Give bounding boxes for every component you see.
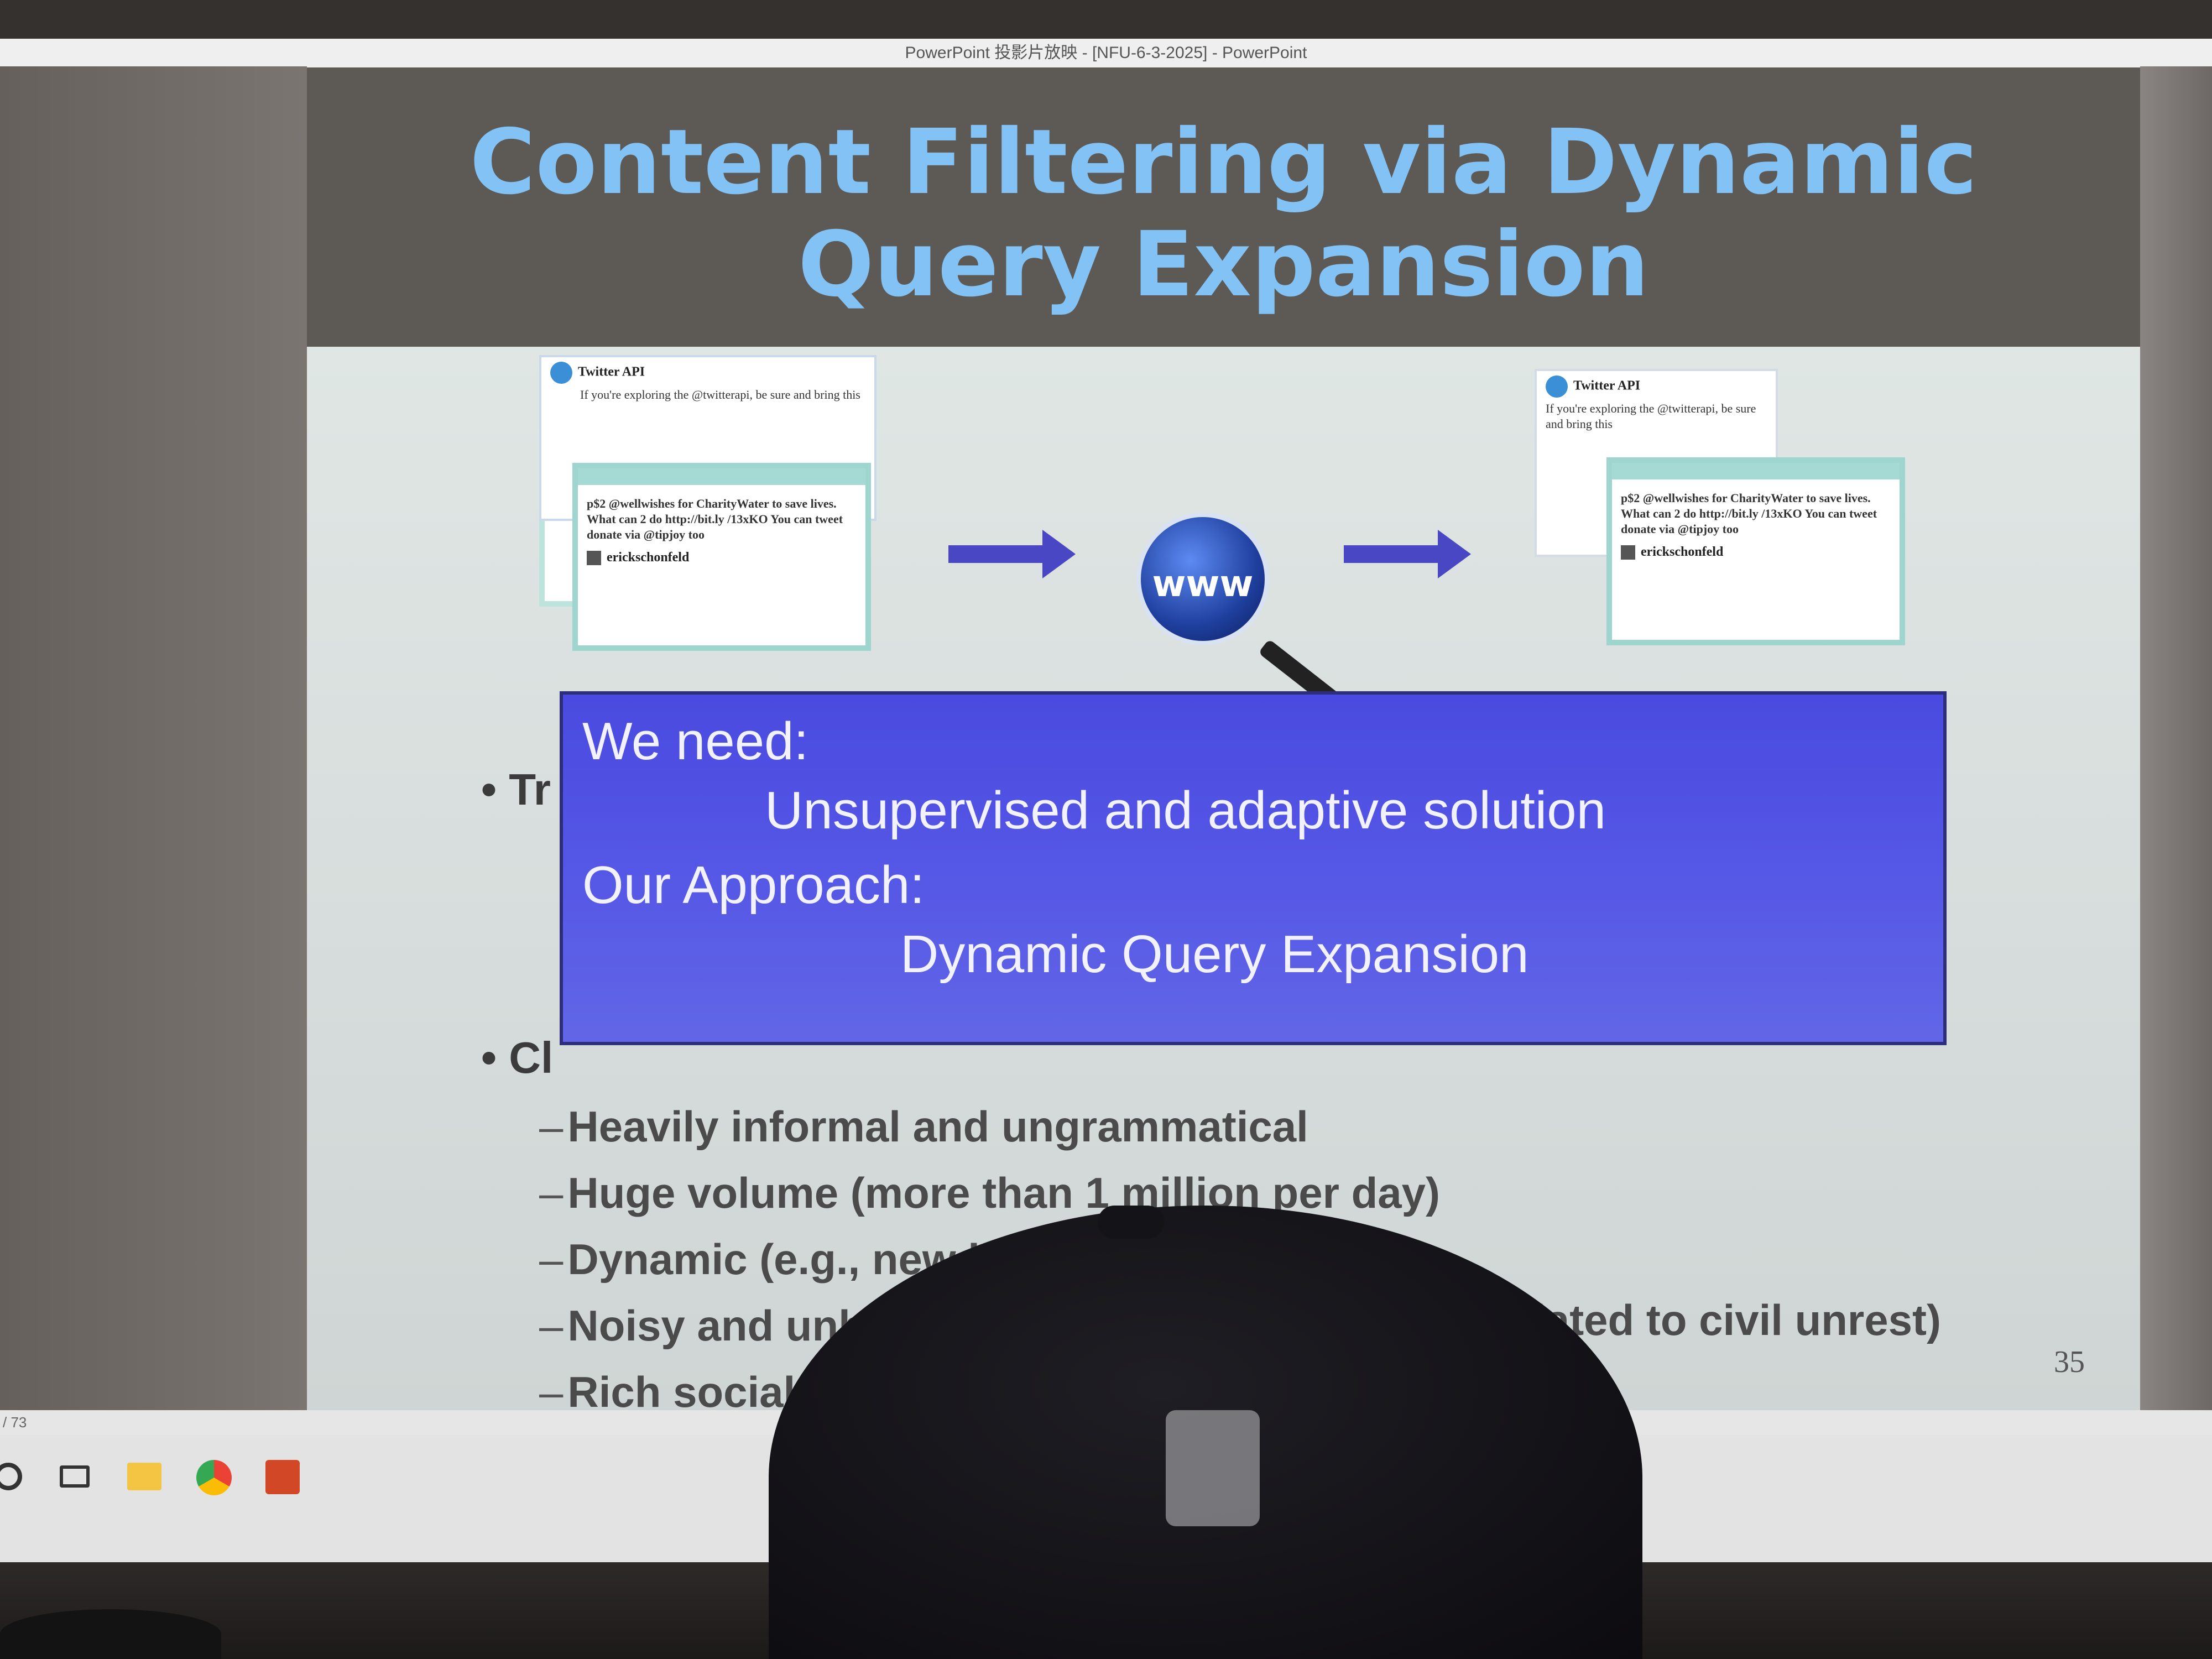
bullet-2: • Cl [481,1033,554,1082]
tweet-text-api-right: If you're exploring the @twitterapi, be … [1546,401,1756,431]
powerpoint-icon[interactable] [265,1460,300,1494]
slide-header: Content Filtering via Dynamic Query Expa… [307,67,2140,347]
file-explorer-icon[interactable] [127,1463,161,1490]
tweet-text-right: p$2 @wellwishes for CharityWater to save… [1621,491,1877,536]
tweet-text-api: If you're exploring the @twitterapi, be … [580,388,860,401]
tweet-card-right: p$2 @wellwishes for CharityWater to save… [1606,457,1905,645]
wall-top [0,0,2212,39]
overlay-callout: We need: Unsupervised and adaptive solut… [560,691,1947,1045]
tweet-user-right: erickschonfeld [1641,545,1724,559]
chrome-icon[interactable] [196,1460,232,1495]
screen-right-margin [2140,66,2212,1410]
cap-logo [1166,1410,1260,1526]
screen-left-margin [0,66,307,1410]
tweet-user-api: Twitter API [578,364,645,379]
cap-button [1098,1206,1164,1239]
twitter-bird-icon [1546,375,1568,398]
arrow-right-icon [1344,530,1471,578]
user-avatar [1621,545,1635,560]
tweet-text-main: p$2 @wellwishes for CharityWater to save… [587,497,843,541]
task-view-icon[interactable] [60,1465,90,1488]
window-title: PowerPoint 投影片放映 - [NFU-6-3-2025] - Powe… [0,39,2212,67]
overlay-line-approach: Our Approach: [582,855,925,915]
slide-title-line2: Query Expansion [797,213,1650,317]
overlay-line-solution: Unsupervised and adaptive solution [765,781,1606,840]
twitter-bird-icon [550,362,572,384]
arrow-right-icon [948,530,1076,578]
overlay-line-dqe: Dynamic Query Expansion [900,925,1529,984]
slide-title-line1: Content Filtering via Dynamic [469,111,1978,215]
overlay-line-we-need: We need: [582,712,809,771]
user-avatar [587,551,601,566]
tweet-user-main: erickschonfeld [607,550,690,565]
www-search-icon: www [1136,513,1269,645]
tweet-user-api-right: Twitter API [1573,378,1641,393]
audience-head [0,1609,221,1659]
slide-counter: / 73 [3,1414,27,1431]
twitter-logo [578,468,865,485]
twitter-logo [1612,463,1900,479]
sub-bullet: – Huge volume (more than 1 million per da… [539,1168,1440,1217]
slide-title: Content Filtering via Dynamic Query Expa… [307,112,2140,316]
tweet-card-main: p$2 @wellwishes for CharityWater to save… [572,463,871,651]
sub-bullet: – Heavily informal and ungrammatical [539,1102,1308,1151]
search-icon[interactable] [0,1463,22,1490]
bullet-1: • Tr [481,765,551,814]
slide-number: 35 [2054,1345,2085,1379]
